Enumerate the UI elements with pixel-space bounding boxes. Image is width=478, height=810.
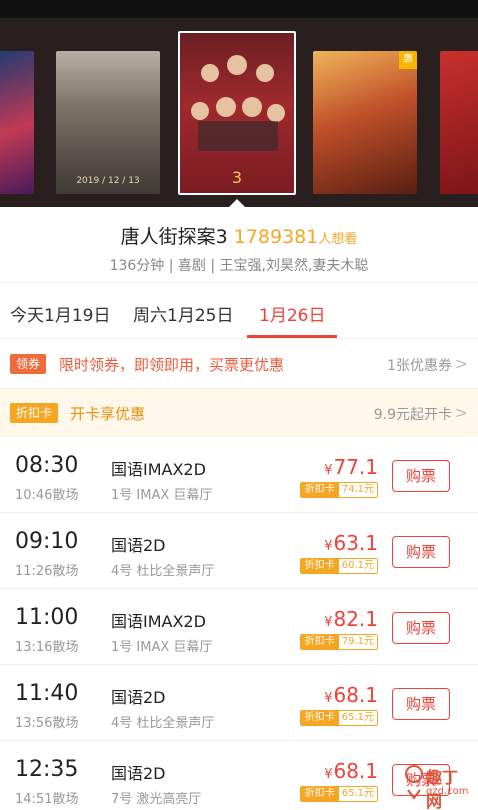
showtime-row[interactable]: 11:00 13:16散场 国语IMAX2D 1号 IMAX 巨幕厅 ¥82.1… bbox=[0, 589, 478, 665]
start-time: 11:40 bbox=[15, 681, 79, 706]
yen-symbol: ¥ bbox=[324, 539, 333, 554]
price-value: 77.1 bbox=[333, 455, 378, 479]
card-price-value: 65.1元 bbox=[338, 711, 377, 725]
price: ¥82.1 bbox=[324, 607, 378, 631]
discount-card-badge: 折扣卡 bbox=[10, 403, 59, 423]
watermark-logo-icon bbox=[405, 765, 423, 800]
coupon-text: 限时领券，即领即用，买票更优惠 bbox=[59, 356, 285, 374]
language-format: 国语2D bbox=[111, 764, 166, 783]
discount-card-price: 9.9元起开卡 bbox=[373, 407, 452, 423]
movie-info: 唐人街探案3 1789381人想看 136分钟 | 喜剧 | 王宝强,刘昊然,妻夫… bbox=[0, 207, 478, 283]
language-format: 国语IMAX2D bbox=[111, 612, 206, 631]
hall-name: 4号 杜比全景声厅 bbox=[111, 564, 215, 579]
price-value: 82.1 bbox=[333, 607, 378, 631]
movie-meta: 136分钟 | 喜剧 | 王宝强,刘昊然,妻夫木聪 bbox=[109, 258, 369, 274]
poster-frozen[interactable] bbox=[0, 51, 34, 194]
language-format: 国语2D bbox=[111, 536, 166, 555]
poster-date: 2019 / 12 / 13 bbox=[76, 176, 140, 186]
poster-jiang-ziya[interactable]: 惠 bbox=[313, 51, 417, 194]
active-tab-underline bbox=[247, 335, 337, 338]
showtime-row[interactable]: 08:30 10:46散场 国语IMAX2D 1号 IMAX 巨幕厅 ¥77.1… bbox=[0, 437, 478, 513]
coupon-row[interactable]: 领券 限时领券，即领即用，买票更优惠 1张优惠券 > bbox=[0, 339, 478, 389]
poster-next[interactable] bbox=[440, 51, 478, 194]
price-value: 68.1 bbox=[333, 683, 378, 707]
card-price-badge: 折扣卡 74.1元 bbox=[299, 482, 378, 498]
watermark-url: qzd.com bbox=[426, 786, 469, 797]
showtime-list: 08:30 10:46散场 国语IMAX2D 1号 IMAX 巨幕厅 ¥77.1… bbox=[0, 437, 478, 810]
yen-symbol: ¥ bbox=[324, 691, 333, 706]
yen-symbol: ¥ bbox=[324, 463, 333, 478]
buy-ticket-button[interactable]: 购票 bbox=[392, 536, 450, 568]
price-value: 63.1 bbox=[333, 531, 378, 555]
card-price-value: 65.1元 bbox=[338, 787, 377, 801]
language-format: 国语2D bbox=[111, 688, 166, 707]
status-strip bbox=[0, 0, 478, 18]
coupon-count: 1张优惠券 bbox=[387, 358, 452, 374]
card-price-badge: 折扣卡 65.1元 bbox=[299, 786, 378, 802]
svg-text:3: 3 bbox=[232, 168, 242, 187]
card-price-badge: 折扣卡 60.1元 bbox=[299, 558, 378, 574]
buy-ticket-button[interactable]: 购票 bbox=[392, 460, 450, 492]
end-time: 13:16散场 bbox=[15, 640, 79, 655]
card-price-label: 折扣卡 bbox=[300, 787, 339, 801]
card-price-label: 折扣卡 bbox=[300, 711, 339, 725]
buy-ticket-button[interactable]: 购票 bbox=[392, 688, 450, 720]
start-time: 09:10 bbox=[15, 529, 79, 554]
showtime-row[interactable]: 11:40 13:56散场 国语2D 4号 杜比全景声厅 ¥68.1 折扣卡 65… bbox=[0, 665, 478, 741]
want-label: 人想看 bbox=[318, 232, 358, 247]
price-value: 68.1 bbox=[333, 759, 378, 783]
promo-tag: 惠 bbox=[399, 51, 417, 69]
card-price-label: 折扣卡 bbox=[300, 559, 339, 573]
price: ¥68.1 bbox=[324, 759, 378, 783]
poster-carousel[interactable]: 2019 / 12 / 13 3 惠 bbox=[0, 0, 478, 207]
poster-figures-art: 3 bbox=[191, 55, 285, 187]
tab-jan-26[interactable]: 1月26日 bbox=[259, 301, 325, 326]
end-time: 10:46散场 bbox=[15, 488, 79, 503]
selected-pointer bbox=[229, 199, 245, 207]
end-time: 11:26散场 bbox=[15, 564, 79, 579]
coupon-badge: 领券 bbox=[10, 354, 47, 374]
price: ¥68.1 bbox=[324, 683, 378, 707]
tab-saturday[interactable]: 周六1月25日 bbox=[133, 301, 233, 326]
hall-name: 7号 激光高亮厅 bbox=[111, 792, 202, 807]
price: ¥63.1 bbox=[324, 531, 378, 555]
showtime-row[interactable]: 09:10 11:26散场 国语2D 4号 杜比全景声厅 ¥63.1 折扣卡 60… bbox=[0, 513, 478, 589]
yen-symbol: ¥ bbox=[324, 615, 333, 630]
language-format: 国语IMAX2D bbox=[111, 460, 206, 479]
hall-name: 1号 IMAX 巨幕厅 bbox=[111, 640, 213, 655]
card-price-value: 79.1元 bbox=[338, 635, 377, 649]
chevron-right-icon: > bbox=[454, 354, 468, 373]
start-time: 12:35 bbox=[15, 757, 79, 782]
card-price-badge: 折扣卡 79.1元 bbox=[299, 634, 378, 650]
date-tabs: 今天1月19日 周六1月25日 1月26日 bbox=[0, 283, 478, 339]
card-price-label: 折扣卡 bbox=[300, 483, 339, 497]
card-price-value: 74.1元 bbox=[338, 483, 377, 497]
end-time: 14:51散场 bbox=[15, 792, 79, 807]
card-price-value: 60.1元 bbox=[338, 559, 377, 573]
movie-title: 唐人街探案3 bbox=[120, 226, 228, 248]
poster-detective-chinatown-3[interactable]: 3 bbox=[178, 31, 296, 195]
card-price-label: 折扣卡 bbox=[300, 635, 339, 649]
discount-card-row[interactable]: 折扣卡 开卡享优惠 9.9元起开卡 > bbox=[0, 389, 478, 437]
buy-ticket-button[interactable]: 购票 bbox=[392, 612, 450, 644]
start-time: 11:00 bbox=[15, 605, 79, 630]
chevron-right-icon: > bbox=[454, 403, 468, 422]
end-time: 13:56散场 bbox=[15, 716, 79, 731]
tab-today[interactable]: 今天1月19日 bbox=[10, 301, 110, 326]
discount-card-text: 开卡享优惠 bbox=[70, 405, 146, 423]
poster-sheep-without-shepherd[interactable]: 2019 / 12 / 13 bbox=[56, 51, 160, 194]
hall-name: 4号 杜比全景声厅 bbox=[111, 716, 215, 731]
yen-symbol: ¥ bbox=[324, 767, 333, 782]
hall-name: 1号 IMAX 巨幕厅 bbox=[111, 488, 213, 503]
want-count: 1789381 bbox=[233, 226, 319, 248]
start-time: 08:30 bbox=[15, 453, 79, 478]
price: ¥77.1 bbox=[324, 455, 378, 479]
card-price-badge: 折扣卡 65.1元 bbox=[299, 710, 378, 726]
site-watermark: 趣丁网 qzd.com bbox=[402, 758, 472, 810]
